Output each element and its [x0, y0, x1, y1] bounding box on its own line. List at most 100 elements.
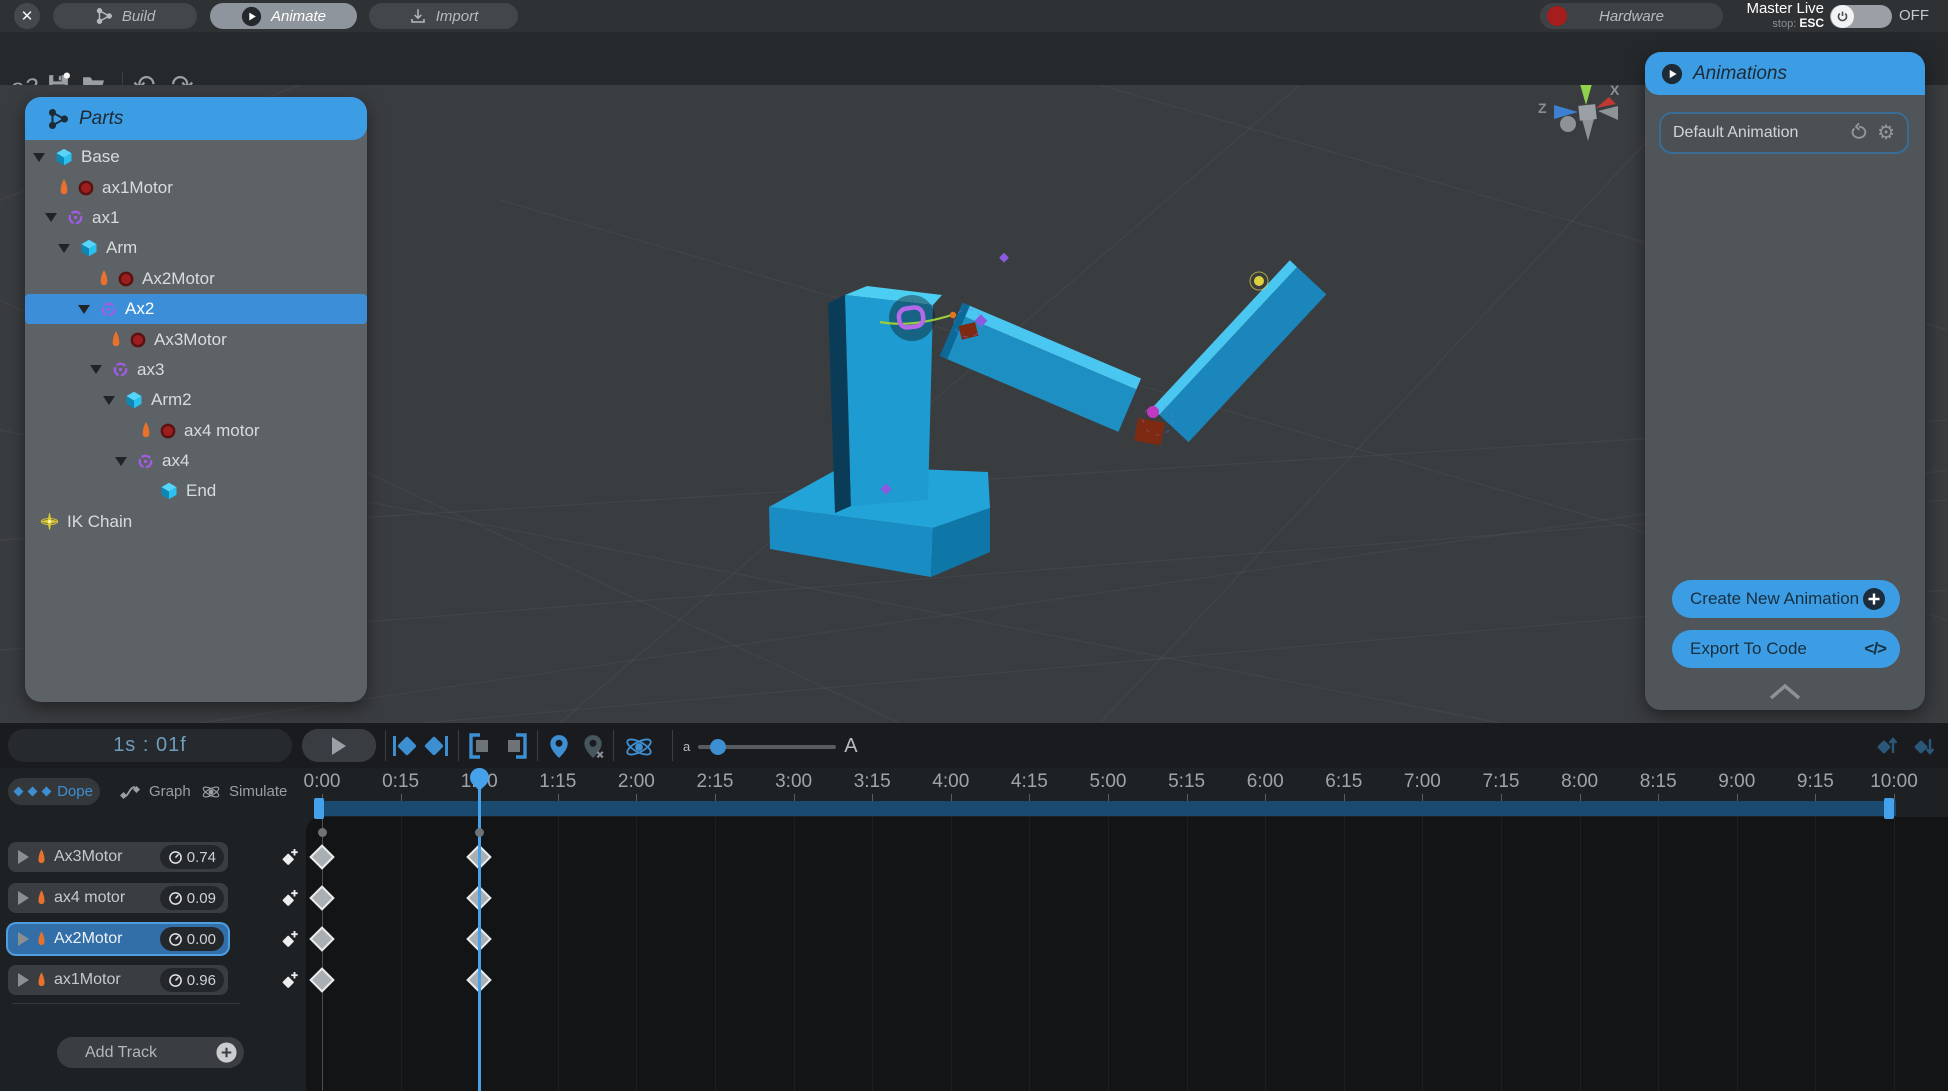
summary-keyframe-dot[interactable]: [318, 828, 327, 837]
grid-line: [1658, 817, 1659, 1091]
ruler-label: 4:15: [997, 771, 1061, 793]
tree-item-arm2[interactable]: Arm2: [25, 385, 367, 415]
gear-icon[interactable]: ⚙: [1877, 123, 1895, 143]
tree-item-label: IK Chain: [67, 512, 132, 532]
ruler-label: 1:15: [526, 771, 590, 793]
grid-line: [1187, 817, 1188, 1091]
animations-panel: Animations Default Animation ⚙ Create Ne…: [1645, 52, 1925, 710]
tree-item-ax2[interactable]: Ax2: [25, 294, 367, 324]
slider-knob[interactable]: [710, 739, 726, 755]
add-keyframe-button[interactable]: [280, 929, 300, 949]
tab-import[interactable]: Import: [369, 3, 518, 29]
export-code-button[interactable]: Export To Code </>: [1672, 630, 1900, 668]
power-icon: [1831, 5, 1854, 28]
tree-item-ax3motor[interactable]: Ax3Motor: [25, 324, 367, 354]
tree-item-base[interactable]: Base: [25, 142, 367, 172]
keyframe-size-slider[interactable]: a A: [683, 735, 858, 758]
track-ax1motor[interactable]: ax1Motor0.96: [8, 965, 228, 995]
tree-item-arm[interactable]: Arm: [25, 233, 367, 263]
expand-triangle[interactable]: [115, 457, 127, 466]
range-start-handle[interactable]: [314, 798, 324, 819]
next-keyframe-button[interactable]: [422, 733, 450, 759]
add-pin-button[interactable]: [546, 733, 572, 760]
track-value-badge[interactable]: 0.09: [160, 886, 224, 910]
tab-simulate[interactable]: Simulate: [200, 778, 287, 805]
tree-item-ax4[interactable]: ax4: [25, 446, 367, 476]
tree-item-end[interactable]: End: [25, 476, 367, 506]
track-ax2motor[interactable]: Ax2Motor0.00: [8, 924, 228, 954]
master-live-toggle[interactable]: [1830, 5, 1892, 28]
range-end-handle[interactable]: [1884, 798, 1894, 819]
track-ax4-motor[interactable]: ax4 motor0.09: [8, 883, 228, 913]
tree-item-ax2motor[interactable]: Ax2Motor: [25, 264, 367, 294]
ruler-label: 6:15: [1312, 771, 1376, 793]
physics-button[interactable]: [624, 733, 654, 761]
axis-gizmo[interactable]: Y X Z: [1530, 85, 1640, 148]
expand-triangle[interactable]: [45, 213, 57, 222]
remove-pin-button[interactable]: [580, 733, 606, 760]
track-value-badge[interactable]: 0.74: [160, 845, 224, 869]
expand-triangle[interactable]: [90, 365, 102, 374]
tree-item-ax1motor[interactable]: ax1Motor: [25, 172, 367, 202]
rotation-axis-icon: [137, 453, 154, 470]
servo-horn-icon: [58, 178, 70, 197]
collapse-chevron[interactable]: [1767, 682, 1803, 702]
keyframe-lower-button[interactable]: [1913, 733, 1939, 759]
expand-track-triangle[interactable]: [18, 850, 29, 864]
gizmo-x-label: X: [1610, 85, 1620, 98]
tab-dope[interactable]: Dope: [8, 778, 100, 805]
parts-tree: Baseax1Motorax1Arm Ax2Motor Ax2Ax3Motorax3…: [25, 142, 367, 537]
expand-triangle[interactable]: [58, 244, 70, 253]
tab-import-label: Import: [436, 8, 479, 25]
motor-icon: [78, 180, 94, 196]
track-value-badge[interactable]: 0.96: [160, 968, 224, 992]
track-value-badge[interactable]: 0.00: [160, 927, 224, 951]
tab-graph[interactable]: Graph: [120, 778, 191, 805]
expand-triangle[interactable]: [78, 305, 90, 314]
tree-item-ax4-motor[interactable]: ax4 motor: [25, 416, 367, 446]
summary-keyframe-dot[interactable]: [475, 828, 484, 837]
create-animation-button[interactable]: Create New Animation: [1672, 580, 1900, 618]
prev-keyframe-button[interactable]: [391, 733, 419, 759]
add-keyframe-button[interactable]: [280, 970, 300, 990]
trim-start-button[interactable]: [466, 733, 494, 759]
tree-item-ik-chain[interactable]: IK Chain: [25, 507, 367, 537]
ruler-label: 8:15: [1626, 771, 1690, 793]
track-value: 0.09: [187, 890, 216, 907]
expand-triangle[interactable]: [33, 153, 45, 162]
ruler-label: 3:00: [762, 771, 826, 793]
expand-track-triangle[interactable]: [18, 932, 29, 946]
add-keyframe-button[interactable]: [280, 847, 300, 867]
tree-item-label: Ax2Motor: [142, 269, 215, 289]
speed-gauge-icon: [168, 891, 183, 906]
tab-build-label: Build: [122, 8, 155, 25]
loop-icon[interactable]: [1847, 122, 1869, 144]
servo-horn-icon: [140, 421, 152, 440]
tab-build[interactable]: Build: [53, 3, 197, 29]
cube-icon: [125, 391, 143, 409]
tab-animate[interactable]: Animate: [210, 3, 357, 29]
add-keyframe-button[interactable]: [280, 888, 300, 908]
dope-sheet-canvas[interactable]: [306, 817, 1948, 1091]
play-circle-icon: [1661, 63, 1683, 85]
close-button[interactable]: ✕: [14, 3, 40, 29]
robot-arm1[interactable]: [940, 303, 1141, 432]
animation-list-item[interactable]: Default Animation ⚙: [1659, 112, 1909, 154]
expand-track-triangle[interactable]: [18, 891, 29, 905]
grid-line: [1422, 817, 1423, 1091]
track-ax3motor[interactable]: Ax3Motor0.74: [8, 842, 228, 872]
add-track-button[interactable]: Add Track: [57, 1037, 244, 1068]
tree-item-ax3[interactable]: ax3: [25, 355, 367, 385]
hardware-button[interactable]: Hardware: [1540, 3, 1723, 29]
ruler-label: 10:00: [1862, 771, 1926, 793]
keyframe-raise-button[interactable]: [1876, 733, 1902, 759]
timeline-play-button[interactable]: [302, 729, 376, 762]
expand-triangle[interactable]: [103, 396, 115, 405]
expand-track-triangle[interactable]: [18, 973, 29, 987]
ruler-label: 5:15: [1155, 771, 1219, 793]
trim-end-button[interactable]: [502, 733, 530, 759]
slider-track[interactable]: [698, 745, 836, 749]
time-display[interactable]: 1s : 01f: [8, 729, 292, 762]
tree-item-ax1[interactable]: ax1: [25, 203, 367, 233]
timeline-range-bar[interactable]: [318, 801, 1896, 816]
